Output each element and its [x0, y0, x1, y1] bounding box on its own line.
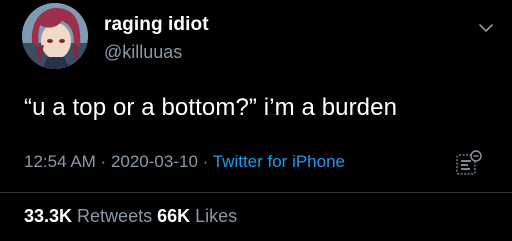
- tweet-meta: 12:54 AM · 2020-03-10 · Twitter for iPho…: [24, 152, 345, 172]
- tweet-date[interactable]: 2020-03-10: [111, 152, 198, 171]
- user-handle[interactable]: @killuuas: [104, 42, 182, 63]
- tweet-time[interactable]: 12:54 AM: [24, 152, 96, 171]
- retweets-label: Retweets: [72, 206, 158, 226]
- meta-separator: ·: [197, 152, 213, 171]
- likes-label: Likes: [190, 206, 238, 226]
- tweet: raging idiot @killuuas “u a top or a bot…: [0, 0, 512, 241]
- analytics-icon[interactable]: [454, 148, 484, 178]
- chevron-down-icon[interactable]: [478, 22, 494, 34]
- avatar-image: [22, 3, 88, 69]
- retweets-stat[interactable]: 33.3K Retweets: [24, 206, 157, 226]
- divider: [0, 192, 512, 193]
- tweet-source-link[interactable]: Twitter for iPhone: [213, 152, 345, 171]
- tweet-text: “u a top or a bottom?” i’m a burden: [24, 94, 398, 121]
- avatar[interactable]: [22, 3, 88, 69]
- display-name[interactable]: raging idiot: [104, 14, 209, 36]
- tweet-stats: 33.3K Retweets 66K Likes: [24, 206, 237, 227]
- likes-count: 66K: [157, 206, 191, 226]
- meta-separator: ·: [95, 152, 111, 171]
- retweets-count: 33.3K: [24, 206, 73, 226]
- likes-stat[interactable]: 66K Likes: [157, 206, 237, 226]
